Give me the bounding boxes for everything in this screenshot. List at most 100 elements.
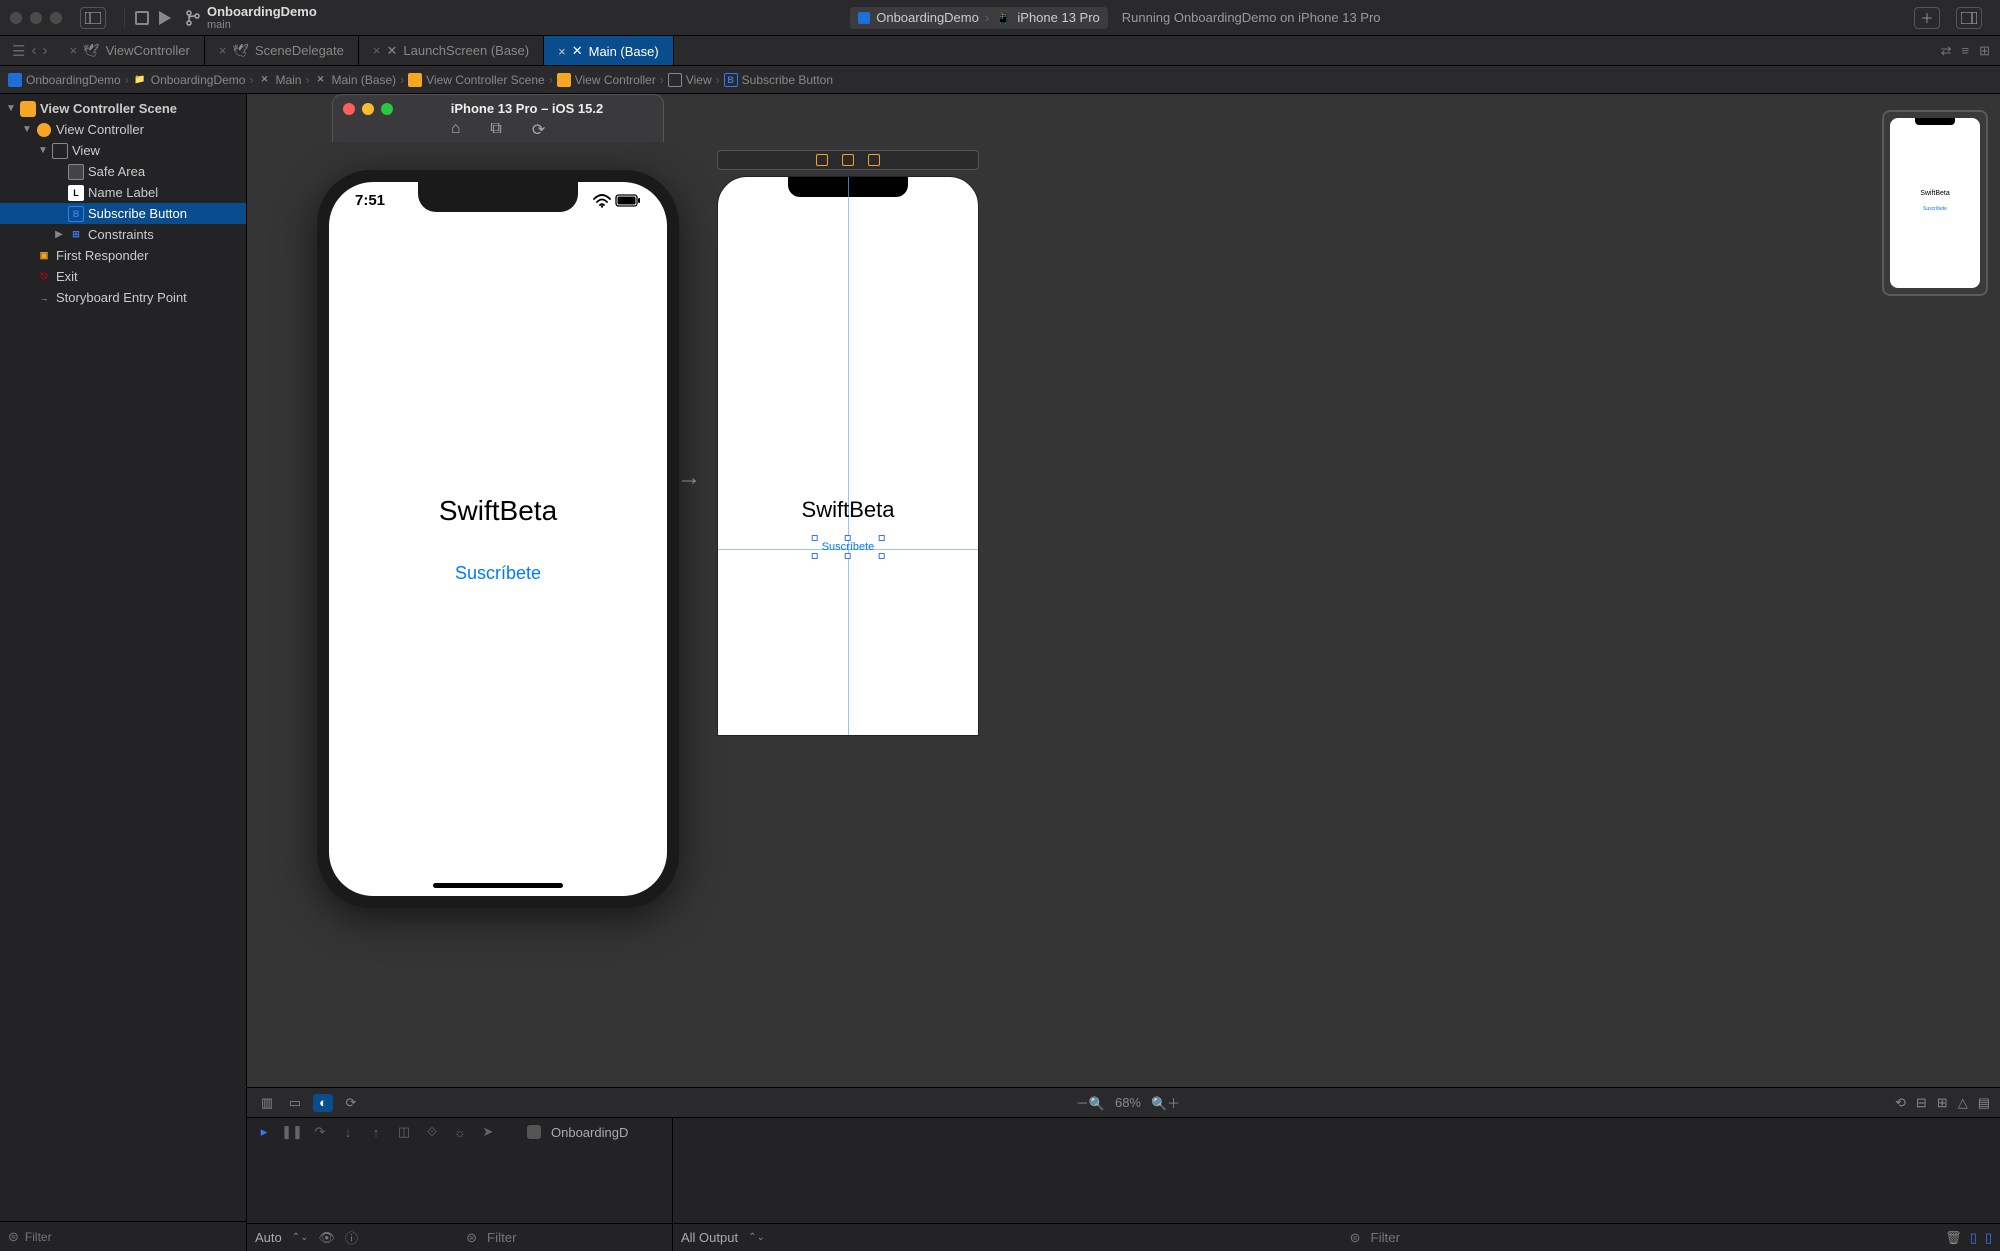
toggle-navigator-icon[interactable] <box>80 7 106 29</box>
scene-dock[interactable] <box>717 150 979 170</box>
crumb-view[interactable]: View <box>686 73 712 87</box>
close-window-icon[interactable] <box>10 12 22 24</box>
disclosure-icon[interactable]: ▼ <box>38 145 48 156</box>
screenshot-icon[interactable]: ⧉ <box>490 120 501 140</box>
auto-scope-label[interactable]: Auto <box>255 1230 282 1245</box>
crumb-vc[interactable]: View Controller <box>575 73 656 87</box>
close-tab-icon[interactable]: × <box>558 44 566 59</box>
project-info[interactable]: OnboardingDemo main <box>207 4 317 31</box>
device-config-icon[interactable]: ▭ <box>285 1094 305 1112</box>
selection-handle[interactable] <box>878 535 884 541</box>
debug-memory-icon[interactable]: ⟐ <box>423 1123 441 1141</box>
quicklook-icon[interactable]: 👁 <box>319 1230 336 1246</box>
scheme-selector[interactable]: OnboardingDemo › 📱 iPhone 13 Pro <box>850 7 1108 29</box>
resolve-icon[interactable]: △ <box>1958 1095 1968 1111</box>
outline-entrypoint[interactable]: → Storyboard Entry Point <box>0 287 246 308</box>
show-console-icon[interactable]: ▯ <box>1985 1230 1992 1246</box>
disclosure-icon[interactable]: ▶ <box>54 229 64 240</box>
outline-view[interactable]: ▼ View <box>0 140 246 161</box>
close-tab-icon[interactable]: × <box>69 43 77 58</box>
zoom-in-icon[interactable]: 🔍＋ <box>1151 1093 1180 1112</box>
dock-vc-icon[interactable] <box>816 154 828 166</box>
minimize-window-icon[interactable] <box>30 12 42 24</box>
outline-exit[interactable]: ⎋ Exit <box>0 266 246 287</box>
console-filter-input[interactable] <box>1370 1230 1935 1245</box>
outline-safearea[interactable]: Safe Area <box>0 161 246 182</box>
crumb-button[interactable]: Subscribe Button <box>742 73 833 87</box>
crumb-base[interactable]: Main (Base) <box>331 73 396 87</box>
dock-firstresponder-icon[interactable] <box>842 154 854 166</box>
canvas-minimap[interactable]: SwiftBeta Suscríbete <box>1882 110 1988 296</box>
show-variables-icon[interactable]: ▯ <box>1970 1230 1977 1246</box>
ib-subscribe-button-selected[interactable]: Suscríbete <box>816 539 881 555</box>
outline-viewcontroller[interactable]: ▼ View Controller <box>0 119 246 140</box>
ib-scene[interactable]: SwiftBeta Suscríbete <box>717 150 979 736</box>
home-icon[interactable]: ⌂ <box>451 120 461 140</box>
editor-options-icon[interactable]: ≡ <box>1962 43 1970 58</box>
crumb-project[interactable]: OnboardingDemo <box>26 73 121 87</box>
trash-icon[interactable]: 🗑 <box>1945 1230 1962 1246</box>
simulate-location-icon[interactable]: ➤ <box>479 1123 497 1141</box>
stop-button-icon[interactable] <box>135 11 149 25</box>
tab-viewcontroller[interactable]: × 🕊 ViewController <box>55 36 204 65</box>
tab-main[interactable]: × ✕ Main (Base) <box>544 36 674 65</box>
toggle-outline-icon[interactable]: ▥ <box>257 1094 277 1112</box>
jump-bar[interactable]: OnboardingDemo› 📁OnboardingDemo› ✕Main› … <box>0 66 2000 94</box>
zoom-window-icon[interactable] <box>50 12 62 24</box>
outline-filter-input[interactable] <box>25 1230 238 1244</box>
related-items-icon[interactable]: ☰ <box>12 42 25 60</box>
subscribe-button[interactable]: Suscríbete <box>455 563 541 584</box>
align-icon[interactable]: ⊟ <box>1916 1095 1927 1111</box>
selection-handle[interactable] <box>812 535 818 541</box>
library-add-icon[interactable]: ＋ <box>1914 7 1940 29</box>
close-tab-icon[interactable]: × <box>219 43 227 58</box>
toggle-inspector-icon[interactable] <box>1956 7 1982 29</box>
step-out-icon[interactable]: ↑ <box>367 1123 385 1141</box>
debug-process-name[interactable]: OnboardingD <box>551 1125 628 1140</box>
orientation-icon[interactable]: ⟳ <box>341 1094 361 1112</box>
storyboard-canvas[interactable]: iPhone 13 Pro – iOS 15.2 ⌂ ⧉ ⟳ 7:51 <box>247 94 2000 1087</box>
traffic-lights[interactable] <box>10 12 62 24</box>
environment-overrides-icon[interactable]: ☼ <box>451 1123 469 1141</box>
console-output[interactable] <box>673 1118 2000 1223</box>
sim-close-icon[interactable] <box>343 103 355 115</box>
dock-exit-icon[interactable] <box>868 154 880 166</box>
crumb-folder[interactable]: OnboardingDemo <box>151 73 246 87</box>
adjust-editor-icon[interactable]: ⇄ <box>1941 43 1952 59</box>
variables-view[interactable] <box>247 1146 672 1223</box>
debug-view-hierarchy-icon[interactable]: ◫ <box>395 1123 413 1141</box>
crumb-file[interactable]: Main <box>275 73 301 87</box>
storyboard-entry-arrow[interactable]: → <box>677 464 701 492</box>
rotate-icon[interactable]: ⟳ <box>532 120 545 140</box>
forward-icon[interactable]: › <box>42 42 47 59</box>
zoom-out-icon[interactable]: －🔍 <box>1076 1093 1105 1112</box>
disclosure-icon[interactable]: ▼ <box>22 124 32 135</box>
outline-constraints[interactable]: ▶ ⊞ Constraints <box>0 224 246 245</box>
pause-icon[interactable]: ❚❚ <box>283 1123 301 1141</box>
selection-handle[interactable] <box>878 553 884 559</box>
step-into-icon[interactable]: ↓ <box>339 1123 357 1141</box>
simulator-device[interactable]: 7:51 SwiftBeta Suscríbete <box>317 170 679 908</box>
crumb-scene[interactable]: View Controller Scene <box>426 73 545 87</box>
updown-icon[interactable]: ⌃⌄ <box>292 1232 309 1243</box>
back-icon[interactable]: ‹ <box>31 42 36 59</box>
update-frames-icon[interactable]: ⟲ <box>1895 1095 1906 1111</box>
appearance-icon[interactable]: ◐ <box>313 1094 333 1112</box>
outline-namelabel[interactable]: L Name Label <box>0 182 246 203</box>
toggle-breakpoints-icon[interactable]: ▸ <box>255 1123 273 1141</box>
selection-handle[interactable] <box>845 553 851 559</box>
output-scope-label[interactable]: All Output <box>681 1230 738 1245</box>
updown-icon[interactable]: ⌃⌄ <box>748 1232 765 1243</box>
pin-icon[interactable]: ⊞ <box>1937 1095 1948 1111</box>
zoom-level[interactable]: 68% <box>1115 1095 1141 1110</box>
tab-launchscreen[interactable]: × ✕ LaunchScreen (Base) <box>359 36 544 65</box>
variables-filter-input[interactable] <box>487 1230 664 1245</box>
run-button-icon[interactable] <box>159 11 171 25</box>
sim-zoom-icon[interactable] <box>381 103 393 115</box>
outline-subscribe-button[interactable]: B Subscribe Button <box>0 203 246 224</box>
add-editor-icon[interactable]: ⊞ <box>1979 43 1990 59</box>
ib-name-label[interactable]: SwiftBeta <box>718 497 978 523</box>
outline-firstresponder[interactable]: ▣ First Responder <box>0 245 246 266</box>
disclosure-icon[interactable]: ▼ <box>6 103 16 114</box>
selection-handle[interactable] <box>845 535 851 541</box>
